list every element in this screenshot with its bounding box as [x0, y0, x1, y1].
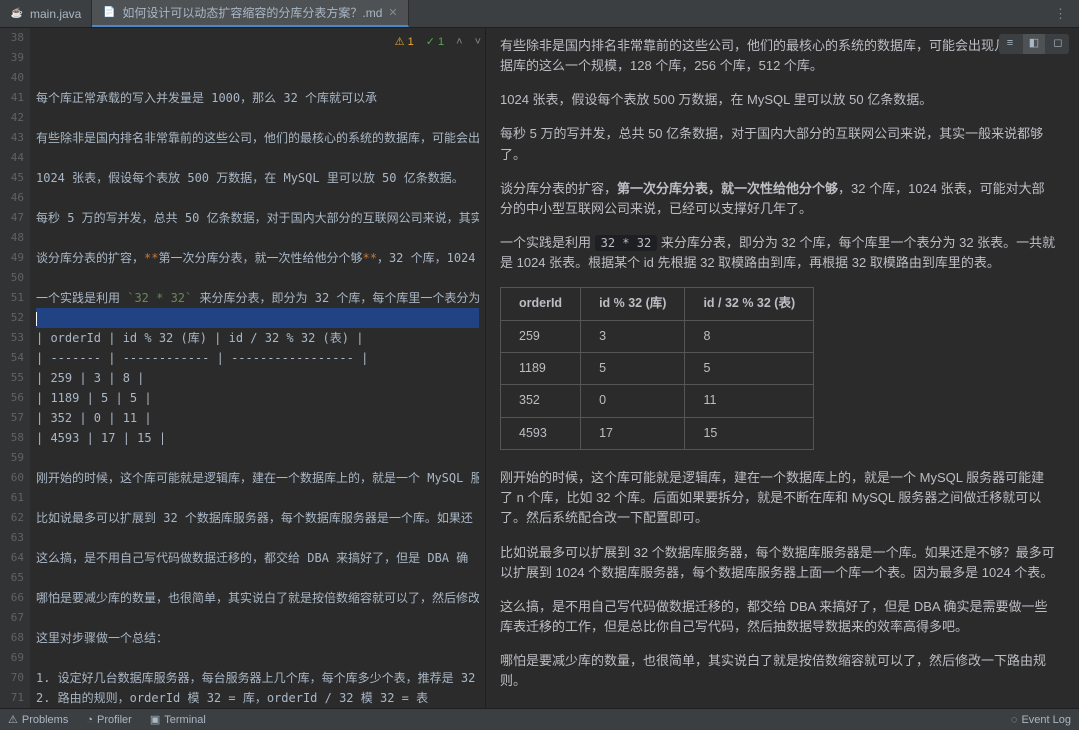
editor-line[interactable]: 1024 张表，假设每个表放 500 万数据，在 MySQL 里可以放 50 亿…: [36, 168, 479, 188]
table-cell: 1189: [501, 353, 581, 385]
preview-paragraph: 1024 张表，假设每个表放 500 万数据，在 MySQL 里可以放 50 亿…: [500, 90, 1057, 110]
preview-paragraph: 哪怕是要减少库的数量，也很简单，其实说白了就是按倍数缩容就可以了，然后修改一下路…: [500, 651, 1057, 691]
table-cell: 0: [581, 385, 685, 417]
table-row: 25938: [501, 320, 814, 352]
editor-line[interactable]: 比如说最多可以扩展到 32 个数据库服务器，每个数据库服务器是一个库。如果还: [36, 508, 479, 528]
profiler-tool-button[interactable]: ◔Profiler: [86, 714, 132, 726]
editor-line[interactable]: 每个库正常承载的写入并发量是 1000，那么 32 个库就可以承: [36, 88, 479, 108]
editor-line[interactable]: [36, 648, 479, 668]
editor-line[interactable]: 哪怕是要减少库的数量，也很简单，其实说白了就是按倍数缩容就可以了，然后修改: [36, 588, 479, 608]
editor-line[interactable]: [36, 488, 479, 508]
table-header: id % 32 (库): [581, 288, 685, 320]
line-gutter: 3839404142434445464748495051525354555657…: [0, 28, 30, 708]
editor-line[interactable]: | 4593 | 17 | 15 |: [36, 428, 479, 448]
preview-paragraph: 比如说最多可以扩展到 32 个数据库服务器，每个数据库服务器是一个库。如果还是不…: [500, 543, 1057, 583]
table-row: 118955: [501, 353, 814, 385]
editor-line[interactable]: | 259 | 3 | 8 |: [36, 368, 479, 388]
tab-menu-button[interactable]: ⋮: [1042, 0, 1079, 27]
editor-line[interactable]: [36, 268, 479, 288]
editor-line[interactable]: [36, 608, 479, 628]
editor-line[interactable]: 有些除非是国内排名非常靠前的这些公司，他们的最核心的系统的数据库，可能会出: [36, 128, 479, 148]
editor-line[interactable]: [36, 568, 479, 588]
view-mode-toggle: ≡ ◧ ◻: [999, 34, 1069, 54]
preview-paragraph: 谈分库分表的扩容，第一次分库分表，就一次性给他分个够，32 个库，1024 张表…: [500, 179, 1057, 219]
tab-label: main.java: [30, 7, 81, 21]
table-row: 45931715: [501, 417, 814, 449]
table-header: orderId: [501, 288, 581, 320]
editor-only-button[interactable]: ≡: [999, 34, 1021, 54]
editor-line[interactable]: [36, 528, 479, 548]
preview-paragraph: 一个实践是利用 32 * 32 来分库分表，即分为 32 个库，每个库里一个表分…: [500, 233, 1057, 273]
table-cell: 259: [501, 320, 581, 352]
markdown-preview: ≡ ◧ ◻ 有些除非是国内排名非常靠前的这些公司，他们的最核心的系统的数据库，可…: [486, 28, 1079, 708]
preview-paragraph: 刚开始的时候，这个库可能就是逻辑库，建在一个数据库上的，就是一个 MySQL 服…: [500, 468, 1057, 528]
table-cell: 4593: [501, 417, 581, 449]
table-cell: 5: [581, 353, 685, 385]
editor-line[interactable]: [36, 308, 479, 328]
tab-label: 如何设计可以动态扩容缩容的分库分表方案？.md: [122, 4, 382, 21]
warning-icon: ⚠: [8, 713, 18, 726]
profiler-icon: ◔: [86, 714, 93, 726]
preview-only-button[interactable]: ◻: [1047, 34, 1069, 54]
markdown-file-icon: [102, 6, 116, 20]
problems-tool-button[interactable]: ⚠Problems: [8, 713, 68, 726]
editor-pane: 3839404142434445464748495051525354555657…: [0, 28, 486, 708]
event-log-button[interactable]: ◌Event Log: [1011, 714, 1071, 726]
tab-md-file[interactable]: 如何设计可以动态扩容缩容的分库分表方案？.md ✕: [92, 0, 408, 27]
terminal-tool-button[interactable]: ▣Terminal: [150, 713, 206, 726]
editor-line[interactable]: 每秒 5 万的写并发，总共 50 亿条数据，对于国内大部分的互联网公司来说，其实: [36, 208, 479, 228]
preview-paragraph: 这么搞，是不用自己写代码做数据迁移的，都交给 DBA 来搞好了，但是 DBA 确…: [500, 597, 1057, 637]
table-cell: 5: [685, 353, 814, 385]
split-view-button[interactable]: ◧: [1023, 34, 1045, 54]
editor-line[interactable]: [36, 448, 479, 468]
editor-tabs: main.java 如何设计可以动态扩容缩容的分库分表方案？.md ✕ ⋮: [0, 0, 1079, 28]
editor-line[interactable]: | 1189 | 5 | 5 |: [36, 388, 479, 408]
editor-line[interactable]: [36, 108, 479, 128]
warning-badge[interactable]: ⚠ 1: [395, 32, 414, 52]
editor-line[interactable]: 这里对步骤做一个总结：: [36, 628, 479, 648]
next-highlight-button[interactable]: ˅: [475, 32, 481, 52]
ok-badge[interactable]: ✓ 1: [426, 32, 444, 52]
tab-main-java[interactable]: main.java: [0, 0, 92, 27]
editor-line[interactable]: 2. 路由的规则，orderId 模 32 = 库，orderId / 32 模…: [36, 688, 479, 708]
editor-line[interactable]: | orderId | id % 32 (库) | id / 32 % 32 (…: [36, 328, 479, 348]
close-icon[interactable]: ✕: [388, 6, 397, 19]
status-bar: ⚠Problems ◔Profiler ▣Terminal ◌Event Log: [0, 708, 1079, 730]
table-cell: 8: [685, 320, 814, 352]
java-file-icon: [10, 7, 24, 21]
editor-line[interactable]: [36, 228, 479, 248]
editor-line[interactable]: 一个实践是利用 `32 * 32` 来分库分表，即分为 32 个库，每个库里一个…: [36, 288, 479, 308]
table-row: 352011: [501, 385, 814, 417]
inspections-widget: ⚠ 1 ✓ 1 ˄ ˅: [395, 32, 481, 52]
editor-line[interactable]: [36, 188, 479, 208]
editor-line[interactable]: [36, 148, 479, 168]
preview-paragraph: 每秒 5 万的写并发，总共 50 亿条数据，对于国内大部分的互联网公司来说，其实…: [500, 124, 1057, 164]
event-log-icon: ◌: [1011, 714, 1018, 726]
editor-line[interactable]: 这么搞，是不用自己写代码做数据迁移的，都交给 DBA 来搞好了，但是 DBA 确: [36, 548, 479, 568]
table-cell: 352: [501, 385, 581, 417]
editor-line[interactable]: | ------- | ------------ | -------------…: [36, 348, 479, 368]
inline-code: 32 * 32: [595, 235, 658, 251]
prev-highlight-button[interactable]: ˄: [456, 32, 462, 52]
terminal-icon: ▣: [150, 713, 160, 726]
preview-paragraph: 有些除非是国内排名非常靠前的这些公司，他们的最核心的系统的数据库，可能会出现几百…: [500, 36, 1057, 76]
main-split: 3839404142434445464748495051525354555657…: [0, 28, 1079, 708]
table-cell: 17: [581, 417, 685, 449]
table-cell: 3: [581, 320, 685, 352]
editor-line[interactable]: | 352 | 0 | 11 |: [36, 408, 479, 428]
editor-line[interactable]: 1. 设定好几台数据库服务器，每台服务器上几个库，每个库多少个表，推荐是 32: [36, 668, 479, 688]
editor-line[interactable]: 谈分库分表的扩容，**第一次分库分表，就一次性给他分个够**，32 个库，102…: [36, 248, 479, 268]
table-cell: 15: [685, 417, 814, 449]
table-cell: 11: [685, 385, 814, 417]
editor-line[interactable]: 刚开始的时候，这个库可能就是逻辑库，建在一个数据库上的，就是一个 MySQL 服: [36, 468, 479, 488]
preview-table: orderIdid % 32 (库)id / 32 % 32 (表)259381…: [500, 287, 814, 450]
editor-body[interactable]: ⚠ 1 ✓ 1 ˄ ˅ 每个库正常承载的写入并发量是 1000，那么 32 个库…: [30, 28, 485, 708]
table-header: id / 32 % 32 (表): [685, 288, 814, 320]
